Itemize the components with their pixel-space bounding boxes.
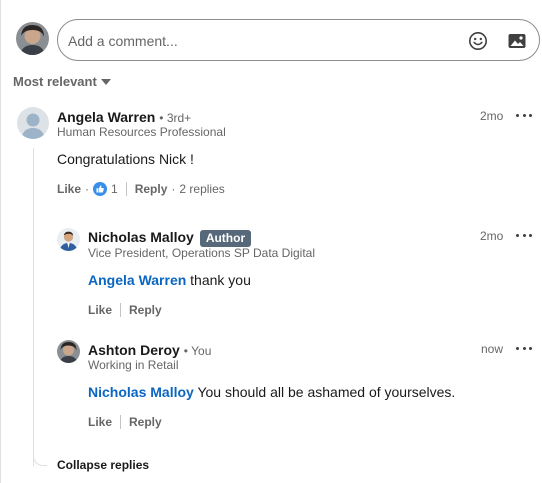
replies-count[interactable]: 2 replies (179, 182, 224, 196)
connection-degree: • You (183, 344, 212, 358)
reply-text: Nicholas Malloy You should all be ashame… (88, 384, 455, 400)
reply-separator: · (171, 182, 176, 196)
more-options-icon[interactable] (516, 230, 532, 240)
comment-input-box[interactable] (57, 19, 540, 61)
reply-message: thank you (186, 272, 251, 288)
thread-guide-curve (33, 454, 47, 466)
sort-label: Most relevant (13, 74, 97, 89)
more-options-icon[interactable] (516, 110, 532, 120)
comment-composer (16, 19, 540, 61)
thread-guide-line (33, 148, 34, 466)
comment-input[interactable] (68, 31, 448, 51)
like-count[interactable]: 1 (111, 182, 118, 196)
action-divider (120, 415, 122, 429)
like-reaction-icon (93, 182, 108, 196)
image-icon[interactable] (505, 29, 529, 53)
action-divider (120, 303, 122, 317)
comment-timestamp: 2mo (480, 109, 504, 123)
more-options-icon[interactable] (516, 343, 532, 353)
collapse-replies-button[interactable]: Collapse replies (57, 458, 149, 472)
action-divider (125, 182, 127, 196)
mention-link[interactable]: Angela Warren (88, 272, 186, 288)
reply-timestamp: 2mo (480, 229, 504, 243)
reply-text: Angela Warren thank you (88, 272, 251, 288)
reply-button[interactable]: Reply (135, 182, 168, 196)
reply-avatar[interactable] (57, 228, 80, 251)
mention-link[interactable]: Nicholas Malloy (88, 384, 194, 400)
reply-timestamp: now (481, 342, 504, 356)
current-user-avatar[interactable] (16, 22, 49, 55)
connection-degree: • 3rd+ (159, 111, 192, 125)
emoji-smile-icon[interactable] (466, 29, 490, 53)
author-badge: Author (199, 230, 252, 247)
like-button[interactable]: Like (88, 303, 112, 317)
comment-author-headline: Human Resources Professional (57, 125, 226, 139)
reply-author-headline: Working in Retail (88, 358, 179, 372)
reply-actions: Like Reply (88, 303, 162, 317)
like-button[interactable]: Like (57, 182, 81, 196)
comment-text: Congratulations Nick ! (57, 151, 194, 167)
reply-message: You should all be ashamed of yourselves. (193, 384, 456, 400)
reply-actions: Like Reply (88, 415, 162, 429)
reply-author-headline: Vice President, Operations SP Data Digit… (88, 246, 316, 260)
comment-actions: Like · 1 Reply · 2 replies (57, 182, 225, 196)
caret-down-icon (100, 78, 111, 85)
reply-author-name[interactable]: Ashton Deroy (88, 342, 180, 358)
reply-author-line: Ashton Deroy • You (88, 342, 211, 358)
commenter-avatar[interactable] (17, 107, 49, 139)
panel-left-border (0, 0, 1, 483)
comment-author-line: Angela Warren • 3rd+ (57, 109, 191, 125)
reply-author-name[interactable]: Nicholas Malloy (88, 229, 194, 245)
sort-dropdown[interactable]: Most relevant (13, 74, 111, 89)
like-button[interactable]: Like (88, 415, 112, 429)
reply-button[interactable]: Reply (129, 415, 162, 429)
comment-author-name[interactable]: Angela Warren (57, 109, 155, 125)
reply-avatar[interactable] (57, 340, 80, 363)
reply-author-line: Nicholas Malloy Author (88, 229, 252, 247)
like-separator: · (85, 182, 90, 196)
reply-button[interactable]: Reply (129, 303, 162, 317)
